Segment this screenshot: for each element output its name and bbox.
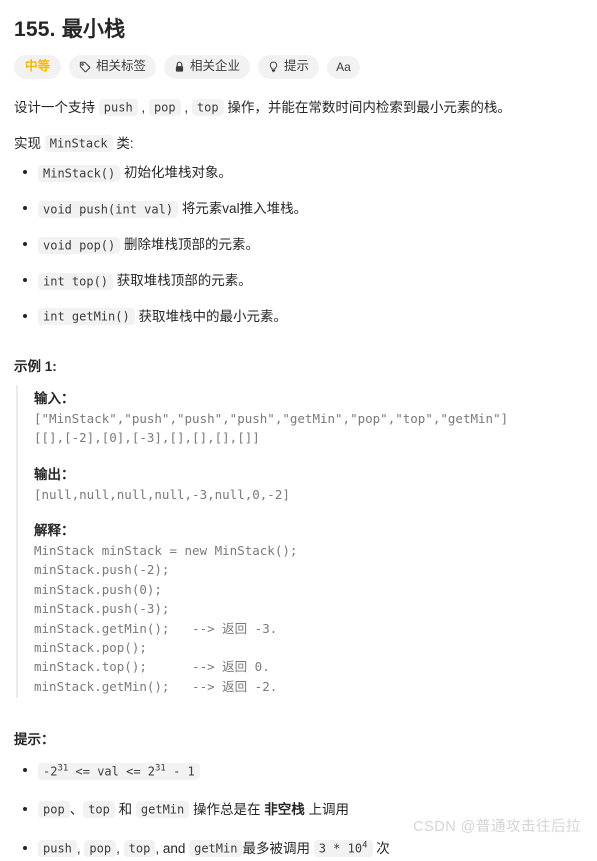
list-item: int getMin() 获取堆栈中的最小元素。: [23, 306, 583, 329]
hint-label: 提示: [284, 59, 310, 74]
output-label: 输出：: [34, 466, 75, 482]
desc-sep-1: ,: [137, 99, 149, 115]
method-signature: int top(): [38, 272, 114, 290]
code-top: top: [123, 840, 156, 858]
range-sup-2: 31: [155, 763, 166, 774]
method-description: 初始化堆栈对象。: [124, 165, 233, 181]
text-part: 最多被调用: [242, 840, 314, 856]
method-signature: MinStack(): [38, 164, 121, 182]
range-sup-1: 31: [57, 763, 69, 774]
constraints-list: -231 <= val <= 231 - 1 pop、 top 和 getMin …: [14, 760, 583, 861]
constraint-range: -231 <= val <= 231 - 1: [38, 762, 200, 780]
text-part: , and: [155, 840, 190, 856]
input-label: 输入：: [34, 390, 75, 406]
code-pop: pop: [38, 801, 70, 819]
code-push: push: [98, 99, 138, 117]
impl-suffix: 类:: [112, 135, 134, 151]
list-item: void pop() 删除堆栈顶部的元素。: [23, 234, 583, 257]
difficulty-badge: 中等: [14, 55, 62, 79]
text-part: 上调用: [304, 801, 350, 817]
related-tags-label: 相关标签: [96, 59, 147, 74]
code-getmin: getMin: [189, 840, 243, 858]
description-line-1: 设计一个支持 push , pop , top 操作，并能在常数时间内检索到最小…: [14, 95, 583, 121]
list-item: -231 <= val <= 231 - 1: [23, 760, 583, 783]
description-line-2: 实现 MinStack 类:: [14, 131, 583, 157]
code-pop: pop: [148, 99, 181, 117]
watermark: CSDN @普通攻击往后拉: [413, 819, 581, 835]
code-getmin: getMin: [135, 801, 190, 819]
code-top: top: [83, 801, 115, 819]
code-top: top: [191, 99, 224, 117]
example-block: 输入： ["MinStack","push","push","push","ge…: [16, 384, 583, 699]
example-heading: 示例 1:: [14, 358, 57, 374]
input-value-line-1: ["MinStack","push","push","push","getMin…: [34, 410, 509, 426]
method-signature: int getMin(): [38, 308, 135, 326]
lightbulb-icon: [268, 61, 279, 73]
explanation-code: MinStack minStack = new MinStack(); minS…: [34, 543, 298, 694]
desc-prefix: 设计一个支持: [14, 99, 99, 115]
range-mid: <= val <= 2: [68, 764, 155, 779]
lock-icon: [174, 61, 185, 73]
method-description: 获取堆栈顶部的元素。: [116, 273, 252, 289]
impl-prefix: 实现: [14, 135, 45, 151]
text-part: 和: [114, 801, 136, 817]
method-description: 删除堆栈顶部的元素。: [124, 237, 260, 253]
list-item: MinStack() 初始化堆栈对象。: [23, 162, 583, 185]
page-title: 155. 最小栈: [14, 18, 126, 41]
tag-icon: [79, 61, 91, 73]
list-item: void push(int val) 将元素val推入堆栈。: [23, 198, 583, 221]
list-item: int top() 获取堆栈顶部的元素。: [23, 270, 583, 293]
related-companies-button[interactable]: 相关企业: [164, 55, 251, 79]
method-list: MinStack() 初始化堆栈对象。 void push(int val) 将…: [14, 162, 583, 329]
input-value-line-2: [[],[-2],[0],[-3],[],[],[],[]]: [34, 430, 260, 446]
badge-row: 中等 相关标签 相关企业 提示 Aa: [14, 55, 583, 79]
explanation-label: 解释：: [34, 523, 75, 539]
desc-sep-2: ,: [180, 99, 192, 115]
emphasis-nonempty-stack: 非空栈: [264, 801, 305, 817]
call-limit-value: 3 * 104: [313, 840, 373, 858]
hint-button[interactable]: 提示: [258, 55, 320, 79]
text-part: 操作总是在: [189, 801, 265, 817]
limit-pre: 3 * 10: [318, 841, 363, 856]
related-companies-label: 相关企业: [190, 59, 241, 74]
text-part: 次: [372, 840, 390, 856]
list-item: push, pop, top, and getMin 最多被调用 3 * 104 …: [23, 838, 583, 861]
problem-page: 155. 最小栈 中等 相关标签 相关企业 提示 Aa 设计一个支持 push …: [0, 0, 597, 861]
method-signature: void pop(): [38, 236, 121, 254]
code-push: push: [38, 840, 77, 858]
limit-sup: 4: [362, 840, 368, 851]
desc-suffix: 操作，并能在常数时间内检索到最小元素的栈。: [223, 99, 511, 115]
related-tags-button[interactable]: 相关标签: [69, 55, 157, 79]
output-value: [null,null,null,null,-3,null,0,-2]: [34, 486, 290, 502]
method-description: 获取堆栈中的最小元素。: [138, 308, 287, 324]
range-post: - 1: [165, 764, 195, 779]
code-minstack-class: MinStack: [44, 135, 113, 153]
method-signature: void push(int val): [38, 200, 179, 218]
range-pre: -2: [43, 764, 58, 779]
code-pop: pop: [84, 840, 117, 858]
method-description: 将元素val推入堆栈。: [181, 201, 308, 217]
text-part: 、: [69, 801, 84, 817]
font-size-button[interactable]: Aa: [327, 55, 360, 79]
text-part: ,: [116, 840, 124, 856]
hints-heading: 提示：: [14, 732, 55, 748]
